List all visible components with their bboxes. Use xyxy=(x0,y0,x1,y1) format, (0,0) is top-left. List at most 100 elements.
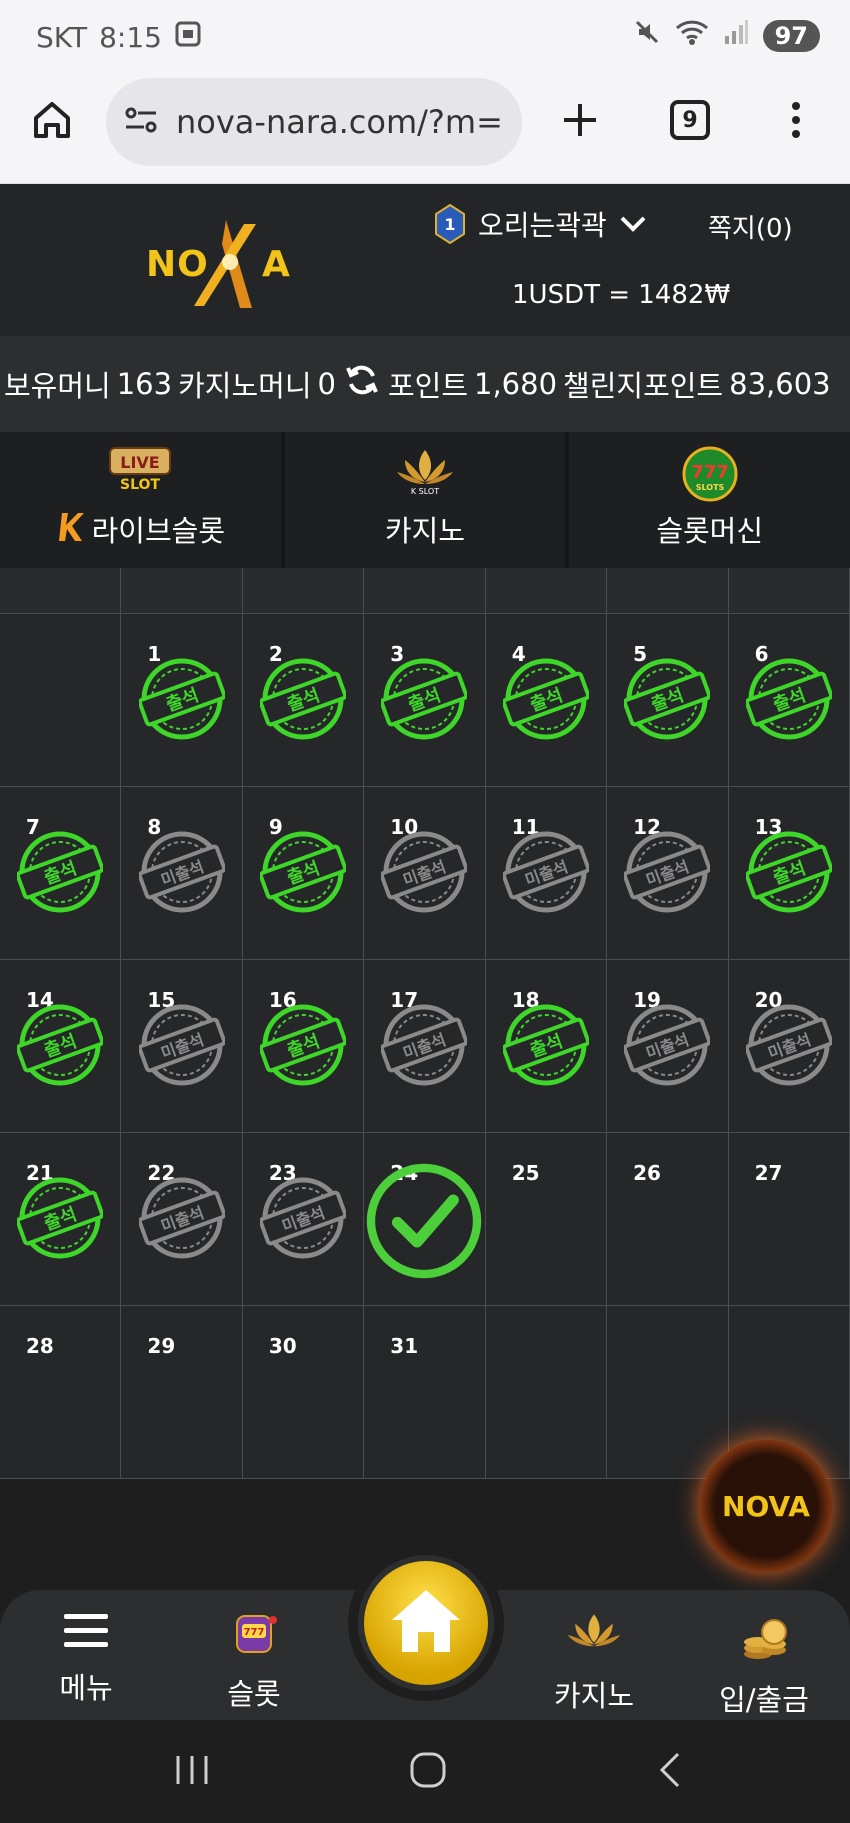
calendar-day-cell: 3 출석 xyxy=(364,614,486,787)
home-icon[interactable] xyxy=(20,88,84,152)
new-tab-icon[interactable] xyxy=(548,88,612,152)
calendar-day-cell: 20 미출석 xyxy=(728,960,850,1133)
absent-stamp-icon: 미출석 xyxy=(138,1177,225,1259)
challenge-point-value: 83,603 xyxy=(729,367,831,401)
calendar-day-cell: 9 출석 xyxy=(242,787,365,960)
nav-slot-label: 슬롯 xyxy=(227,1677,281,1711)
holding-money-value: 163 xyxy=(116,367,173,401)
tab-switcher-button[interactable]: 9 xyxy=(658,88,722,152)
level-badge-icon: 1 xyxy=(434,204,466,244)
tab-live-slot[interactable]: LIVE SLOT 라이브슬롯 xyxy=(0,432,281,568)
slot-machine-icon: 777 xyxy=(231,1610,277,1663)
777-slots-icon: 777 SLOTS xyxy=(680,446,740,509)
nav-menu-label: 메뉴 xyxy=(59,1671,113,1705)
calendar-day-cell: 1 출석 xyxy=(121,614,243,787)
floating-nova-button[interactable]: NOVA xyxy=(700,1440,832,1572)
calendar-day-cell: 14 출석 xyxy=(0,960,122,1133)
user-menu[interactable]: 1 오리는곽곽 xyxy=(434,204,647,244)
more-options-icon[interactable] xyxy=(764,88,828,152)
absent-stamp-icon: 미출석 xyxy=(745,1004,832,1086)
svg-text:777: 777 xyxy=(244,1627,265,1638)
svg-text:A: A xyxy=(262,244,291,285)
calendar-day-cell xyxy=(0,614,122,787)
svg-text:1: 1 xyxy=(444,215,455,234)
attended-stamp-icon: 출석 xyxy=(745,658,832,740)
casino-money-label: 카지노머니 xyxy=(178,369,312,403)
calendar-day-cell: 26 xyxy=(607,1133,729,1306)
clock: 8:15 xyxy=(99,21,162,54)
svg-text:SLOT: SLOT xyxy=(120,477,160,492)
casino-money-value: 0 xyxy=(317,367,336,401)
calendar-day-cell: 13 출석 xyxy=(728,787,850,960)
calendar-day-number: 26 xyxy=(633,1161,661,1185)
nav-menu[interactable]: 메뉴 xyxy=(16,1610,156,1707)
exchange-rate: 1USDT = 1482₩ xyxy=(512,280,731,310)
weekday-header xyxy=(0,568,122,614)
svg-text:NO: NO xyxy=(146,244,209,285)
attended-stamp-icon: 출석 xyxy=(381,658,468,740)
site-logo[interactable]: NO A xyxy=(140,214,320,327)
weekday-header xyxy=(485,568,608,614)
calendar-day-cell: 2 출석 xyxy=(242,614,365,787)
nav-casino[interactable]: 카지노 xyxy=(524,1610,664,1715)
calendar-day-number: 27 xyxy=(754,1161,783,1185)
home-button[interactable] xyxy=(358,1555,494,1691)
nav-slot[interactable]: 777 슬롯 xyxy=(184,1610,324,1713)
recent-apps-icon[interactable] xyxy=(172,1750,212,1794)
calendar-day-cell xyxy=(485,1306,608,1479)
point-label: 포인트 xyxy=(387,369,468,403)
kslot-lotus-icon xyxy=(564,1610,624,1665)
battery-indicator: 97 xyxy=(762,19,820,52)
attended-stamp-icon: 출석 xyxy=(624,658,711,740)
holding-money-label: 보유머니 xyxy=(4,369,111,403)
back-icon[interactable] xyxy=(652,1750,692,1794)
calendar-day-cell: 25 xyxy=(485,1133,608,1306)
tab-slot-machine[interactable]: 777 SLOTS 슬롯머신 xyxy=(569,432,850,568)
absent-stamp-icon: 미출석 xyxy=(138,831,225,913)
weekday-header xyxy=(121,568,243,614)
calendar-day-cell: 6 출석 xyxy=(728,614,850,787)
attended-stamp-icon: 출석 xyxy=(17,1177,104,1259)
signal-icon xyxy=(723,18,749,53)
site-header: NO A 1 오리는곽곽 쪽지(0) 1USDT = 1482₩ xyxy=(0,184,850,336)
coin-stack-icon xyxy=(738,1610,790,1669)
attended-stamp-icon: 출석 xyxy=(17,831,104,913)
attended-stamp-icon: 출석 xyxy=(745,831,832,913)
calendar-day-number: 25 xyxy=(511,1161,540,1185)
attended-stamp-icon: 출석 xyxy=(138,658,225,740)
absent-stamp-icon: 미출석 xyxy=(502,831,589,913)
balance-bar: 보유머니 163 카지노머니 0 포인트 1,680 챌린지포인트 83,603 xyxy=(0,336,850,432)
calendar-day-cell: 24 xyxy=(364,1133,486,1306)
absent-stamp-icon: 미출석 xyxy=(381,831,468,913)
tab-count: 9 xyxy=(670,100,710,140)
mute-icon xyxy=(633,18,661,53)
svg-text:SLOTS: SLOTS xyxy=(695,483,724,492)
calendar-day-cell: 8 미출석 xyxy=(121,787,243,960)
absent-stamp-icon: 미출석 xyxy=(260,1177,347,1259)
calendar-day-cell: 7 출석 xyxy=(0,787,122,960)
messages-link[interactable]: 쪽지(0) xyxy=(708,208,793,245)
weekday-header xyxy=(364,568,486,614)
tab-casino[interactable]: K SLOT 카지노 xyxy=(284,432,566,568)
calendar-day-cell: 31 xyxy=(364,1306,486,1479)
nav-deposit-withdraw[interactable]: 입/출금 xyxy=(694,1610,834,1719)
weekday-header xyxy=(607,568,729,614)
address-bar[interactable]: nova-nara.com/?m= xyxy=(106,78,522,166)
absent-stamp-icon: 미출석 xyxy=(624,831,711,913)
calendar-day-cell: 29 xyxy=(121,1306,243,1479)
calendar-day-cell: 16 출석 xyxy=(242,960,365,1133)
calendar-day-cell: 28 xyxy=(0,1306,122,1479)
calendar-day-cell xyxy=(607,1306,729,1479)
calendar-day-cell: 23 미출석 xyxy=(242,1133,365,1306)
calendar-day-cell: 30 xyxy=(242,1306,365,1479)
refresh-icon[interactable] xyxy=(344,362,380,407)
calendar-day-cell: 27 xyxy=(728,1133,850,1306)
status-bar: SKT 8:15 97 xyxy=(0,0,850,72)
hamburger-menu-icon xyxy=(62,1610,110,1657)
kslot-lotus-icon: K SLOT xyxy=(393,446,457,503)
live-slot-icon: LIVE SLOT xyxy=(108,446,172,499)
absent-stamp-icon: 미출석 xyxy=(381,1004,468,1086)
calendar-day-number: 30 xyxy=(268,1334,297,1358)
site-settings-icon[interactable] xyxy=(124,105,158,139)
home-system-icon[interactable] xyxy=(408,1750,448,1794)
